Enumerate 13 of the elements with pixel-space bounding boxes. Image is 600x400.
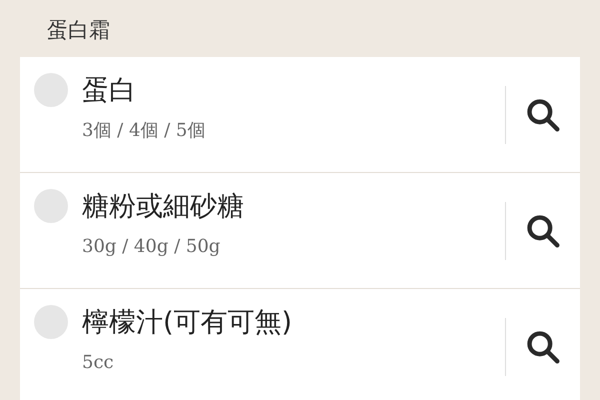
ingredient-row[interactable]: 檸檬汁(可有可無) 5cc xyxy=(20,289,580,400)
ingredient-amounts: 5cc xyxy=(82,351,115,375)
ingredient-name: 糖粉或細砂糖 xyxy=(82,190,244,224)
ingredient-row[interactable]: 蛋白 3個 / 4個 / 5個 xyxy=(20,57,580,173)
ingredient-amounts: 30g / 40g / 50g xyxy=(82,235,222,259)
section-title: 蛋白霜 xyxy=(47,16,110,44)
ingredient-name: 檸檬汁(可有可無) xyxy=(82,306,292,340)
ingredient-row[interactable]: 糖粉或細砂糖 30g / 40g / 50g xyxy=(20,173,580,289)
checkbox[interactable] xyxy=(34,305,68,339)
ingredient-amounts: 3個 / 4個 / 5個 xyxy=(82,119,206,143)
checkbox[interactable] xyxy=(34,73,68,107)
ingredient-name: 蛋白 xyxy=(82,74,137,108)
checkbox[interactable] xyxy=(34,189,68,223)
